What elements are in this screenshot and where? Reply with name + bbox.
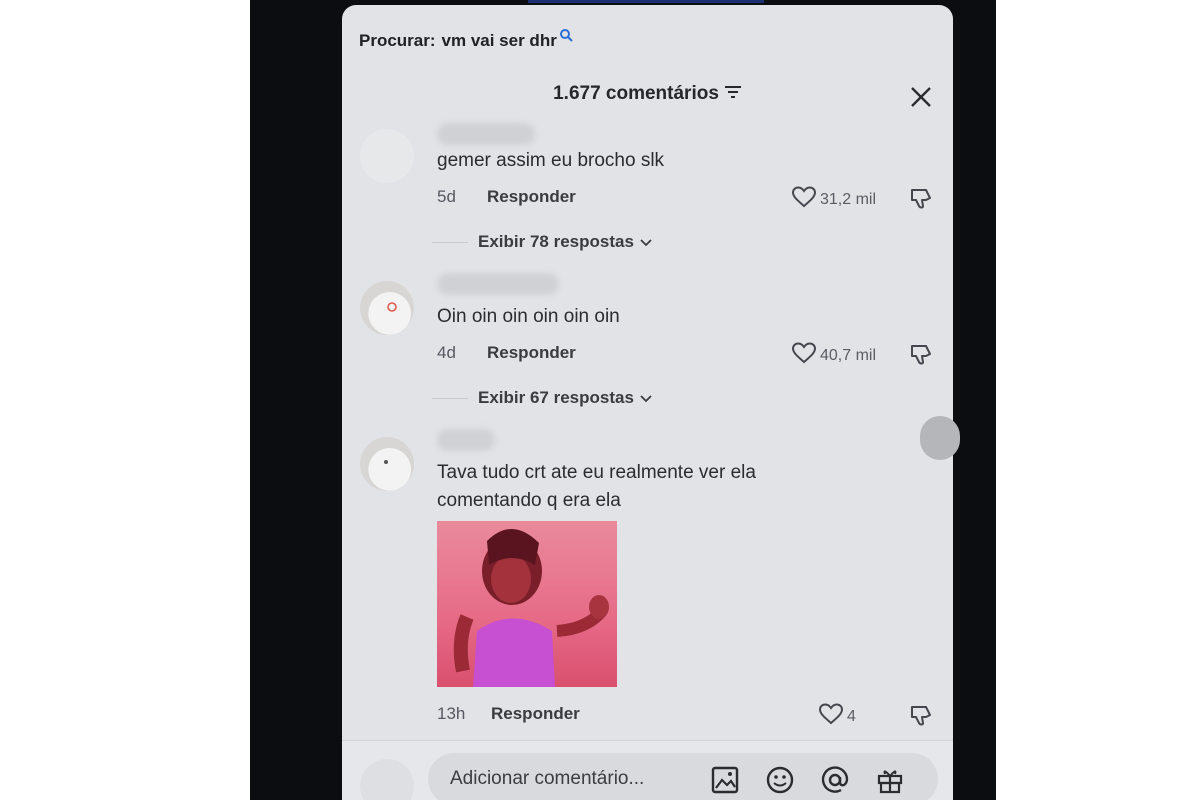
heart-icon: [791, 186, 817, 213]
at-icon[interactable]: [820, 765, 850, 795]
like-button[interactable]: 4: [818, 703, 856, 730]
reply-button[interactable]: Responder: [487, 187, 576, 207]
heart-icon: [818, 703, 844, 730]
view-replies-button[interactable]: Exibir 67 respostas: [432, 388, 652, 408]
comments-count: 1.677 comentários: [553, 83, 719, 104]
username-blurred: [437, 123, 535, 145]
image-icon[interactable]: [710, 765, 740, 795]
comment-meta: 13h Responder: [437, 704, 580, 724]
close-icon[interactable]: [909, 85, 933, 109]
view-replies-label: Exibir 67 respostas: [478, 388, 634, 407]
comment-composer: Adicionar comentário...: [342, 740, 953, 800]
comment-text: gemer assim eu brocho slk: [437, 150, 665, 171]
floating-badge[interactable]: [920, 416, 960, 460]
view-replies-label: Exibir 78 respostas: [478, 232, 634, 251]
reply-button[interactable]: Responder: [491, 704, 580, 724]
comment-time: 4d: [437, 343, 456, 362]
comments-sheet: Procurar: vm vai ser dhr 1.677 comentári…: [342, 5, 953, 800]
comment-text: Oin oin oin oin oin oin: [437, 306, 620, 327]
comment-input-placeholder: Adicionar comentário...: [450, 768, 645, 789]
comment-text: Tava tudo crt ate eu realmente ver ela: [437, 462, 756, 483]
like-button[interactable]: 31,2 mil: [791, 186, 877, 213]
dislike-icon[interactable]: [909, 702, 935, 728]
dislike-icon[interactable]: [909, 185, 935, 211]
video-edge: [528, 0, 764, 3]
comment-text: comentando q era ela: [437, 490, 621, 511]
avatar[interactable]: [360, 437, 414, 491]
search-label: Procurar:: [359, 31, 436, 50]
search-icon: [559, 27, 573, 47]
gift-icon[interactable]: [875, 765, 905, 795]
avatar[interactable]: [360, 129, 414, 183]
like-count: 31,2 mil: [820, 190, 877, 208]
reply-button[interactable]: Responder: [487, 343, 576, 363]
sort-icon[interactable]: [724, 83, 742, 105]
comment-input[interactable]: Adicionar comentário...: [428, 753, 938, 800]
comment-time: 5d: [437, 187, 456, 206]
chevron-down-icon: [640, 388, 652, 408]
heart-icon: [791, 342, 817, 369]
comment-time: 13h: [437, 704, 466, 723]
like-count: 4: [847, 707, 856, 725]
view-replies-button[interactable]: Exibir 78 respostas: [432, 232, 652, 252]
comment-meta: 4d Responder: [437, 343, 576, 363]
comment-meta: 5d Responder: [437, 187, 576, 207]
comments-header: 1.677 comentários: [342, 83, 953, 113]
dislike-icon[interactable]: [909, 341, 935, 367]
username-blurred: [437, 273, 559, 295]
phone-screen: Procurar: vm vai ser dhr 1.677 comentári…: [250, 0, 996, 800]
emoji-icon[interactable]: [765, 765, 795, 795]
chevron-down-icon: [640, 232, 652, 252]
username-blurred: [437, 429, 495, 451]
replies-divider: [432, 397, 468, 399]
search-suggestion[interactable]: Procurar: vm vai ser dhr: [359, 29, 573, 51]
like-button[interactable]: 40,7 mil: [791, 342, 877, 369]
search-query[interactable]: vm vai ser dhr: [442, 31, 557, 51]
avatar[interactable]: [360, 281, 414, 335]
like-count: 40,7 mil: [820, 346, 877, 364]
replies-divider: [432, 241, 468, 243]
avatar: [360, 759, 414, 800]
comment-gif-image[interactable]: [437, 521, 617, 687]
